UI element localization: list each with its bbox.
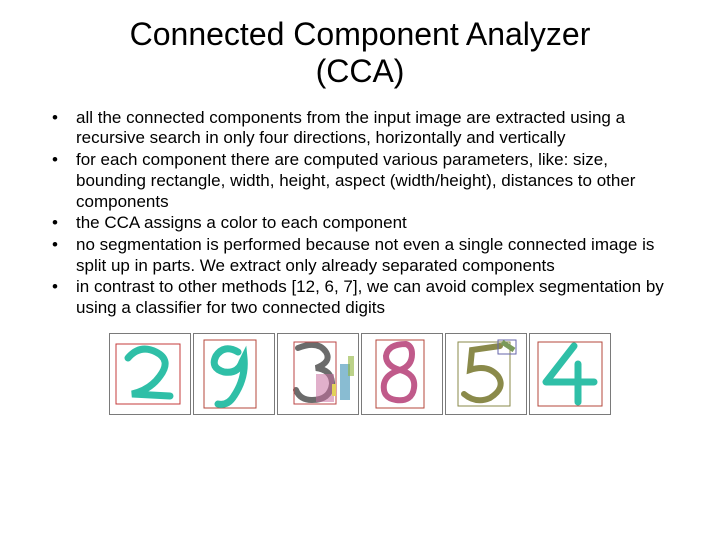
title-line-2: (CCA) (316, 53, 405, 89)
bullet-list: all the connected components from the in… (30, 108, 690, 319)
digit-sample-3 (277, 333, 359, 415)
digit-9-icon (194, 334, 274, 414)
figure-row (30, 333, 690, 415)
digit-sample-2 (109, 333, 191, 415)
bullet-item: the CCA assigns a color to each componen… (64, 213, 680, 234)
digit-sample-4 (529, 333, 611, 415)
slide-title: Connected Component Analyzer (CCA) (30, 16, 690, 90)
digit-3-icon (278, 334, 358, 414)
bullet-item: in contrast to other methods [12, 6, 7],… (64, 277, 680, 318)
bullet-item: all the connected components from the in… (64, 108, 680, 149)
digit-4-icon (530, 334, 610, 414)
bullet-item: for each component there are computed va… (64, 150, 680, 212)
bullet-item: no segmentation is performed because not… (64, 235, 680, 276)
digit-sample-8 (361, 333, 443, 415)
digit-5-icon (446, 334, 526, 414)
slide: Connected Component Analyzer (CCA) all t… (0, 0, 720, 540)
title-line-1: Connected Component Analyzer (130, 16, 591, 52)
digit-sample-5 (445, 333, 527, 415)
digit-8-icon (362, 334, 442, 414)
digit-2-icon (110, 334, 190, 414)
digit-sample-9 (193, 333, 275, 415)
